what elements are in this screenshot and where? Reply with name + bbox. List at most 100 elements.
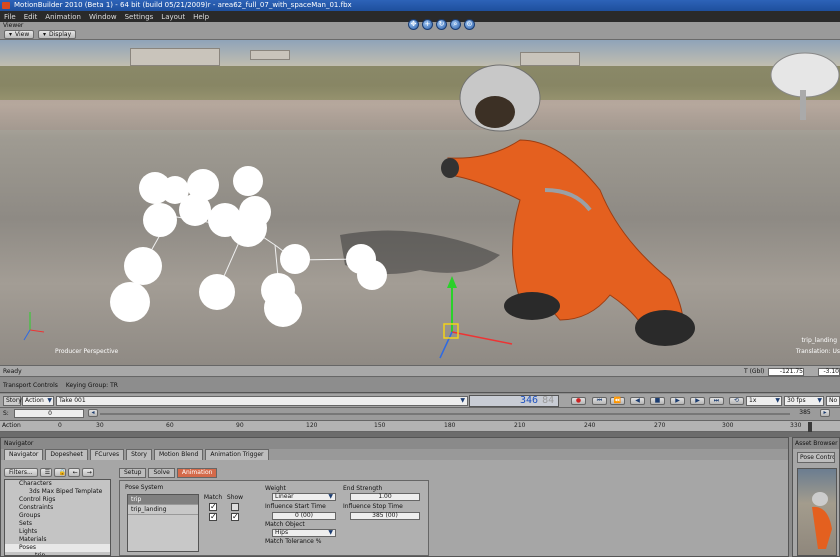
menu-help[interactable]: Help bbox=[193, 13, 209, 21]
tab-motion-blend[interactable]: Motion Blend bbox=[153, 449, 204, 460]
character-label: trip_landing bbox=[801, 337, 837, 344]
fps-dropdown[interactable]: 30 fps ▼ bbox=[784, 396, 824, 406]
status-bar: Ready T (Gbl) -121.75 -3.10 bbox=[0, 365, 840, 377]
tree-item-biped[interactable]: 3ds Max Biped Template bbox=[5, 488, 110, 496]
start-marker[interactable]: ◂ bbox=[88, 409, 98, 417]
match-header: Match bbox=[203, 494, 223, 501]
influence-stop-field[interactable]: 385 (00) bbox=[350, 512, 420, 520]
start-frame-field[interactable]: 0 bbox=[14, 409, 84, 418]
subtab-animation[interactable]: Animation bbox=[176, 468, 218, 478]
weight-dropdown[interactable]: Linear ▼ bbox=[272, 493, 336, 501]
menu-file[interactable]: File bbox=[4, 13, 16, 21]
influence-start-field[interactable]: 0 (00) bbox=[272, 512, 336, 520]
next-frame-button[interactable]: ▶ bbox=[690, 397, 705, 405]
ruler-tick: 0 bbox=[58, 422, 62, 429]
go-start-button[interactable]: ⏮ bbox=[592, 397, 607, 405]
chevron-down-icon: ▼ bbox=[817, 397, 822, 404]
list-item[interactable]: trip bbox=[128, 495, 198, 505]
tree-item-control-rigs[interactable]: Control Rigs bbox=[5, 496, 110, 504]
end-frame-field[interactable]: 385 bbox=[790, 409, 818, 418]
menu-window[interactable]: Window bbox=[89, 13, 117, 21]
tree-item-poses[interactable]: Poses bbox=[5, 544, 110, 552]
end-marker[interactable]: ▸ bbox=[820, 409, 830, 417]
playhead[interactable] bbox=[808, 422, 812, 432]
forward-arrow-icon[interactable]: → bbox=[81, 468, 94, 477]
loop-button[interactable]: ⟲ bbox=[729, 397, 744, 405]
influence-stop-label: Influence Stop Time bbox=[343, 503, 403, 510]
menu-settings[interactable]: Settings bbox=[125, 13, 154, 21]
time-slider-track[interactable] bbox=[100, 413, 790, 415]
tree-item-materials[interactable]: Materials bbox=[5, 536, 110, 544]
play-button[interactable]: ▶ bbox=[670, 397, 685, 405]
app-icon bbox=[2, 2, 10, 9]
menu-edit[interactable]: Edit bbox=[24, 13, 38, 21]
show-checkbox[interactable] bbox=[231, 503, 239, 511]
end-strength-field[interactable]: 1.00 bbox=[350, 493, 420, 501]
tab-dopesheet[interactable]: Dopesheet bbox=[45, 449, 88, 460]
speed-dropdown[interactable]: 1x ▼ bbox=[746, 396, 782, 406]
timeline-ruler[interactable]: Action 0 30 60 90 120 150 180 210 240 27… bbox=[0, 420, 840, 432]
menu-animation[interactable]: Animation bbox=[45, 13, 81, 21]
ruler-tick: 150 bbox=[374, 422, 386, 429]
tab-fcurves[interactable]: FCurves bbox=[89, 449, 125, 460]
ruler-tick: 210 bbox=[514, 422, 526, 429]
tab-animation-trigger[interactable]: Animation Trigger bbox=[205, 449, 269, 460]
record-button[interactable]: ● bbox=[571, 397, 586, 405]
lock-icon[interactable]: 🔒 bbox=[53, 468, 66, 477]
display-button[interactable]: ▾ Display bbox=[38, 30, 77, 39]
chevron-down-icon: ▼ bbox=[460, 397, 465, 404]
frame-icon[interactable]: ⊙ bbox=[464, 19, 475, 30]
match-object-dropdown[interactable]: Hips ▼ bbox=[272, 529, 336, 537]
view-button[interactable]: ▾ View bbox=[4, 30, 35, 39]
orbit-icon[interactable]: ↻ bbox=[436, 19, 447, 30]
tab-pose-controls[interactable]: Pose Controls bbox=[797, 452, 835, 463]
prev-frame-button[interactable]: ◀ bbox=[630, 397, 645, 405]
match-object-label: Match Object bbox=[265, 521, 305, 528]
move-icon[interactable]: + bbox=[422, 19, 433, 30]
subtab-setup[interactable]: Setup bbox=[119, 468, 147, 478]
transform-y-field[interactable]: -3.10 bbox=[818, 368, 840, 376]
list-icon[interactable]: ☰ bbox=[39, 468, 52, 477]
menu-layout[interactable]: Layout bbox=[161, 13, 185, 21]
tree-item-constraints[interactable]: Constraints bbox=[5, 504, 110, 512]
tab-story[interactable]: Story bbox=[126, 449, 152, 460]
tree-item-groups[interactable]: Groups bbox=[5, 512, 110, 520]
start-label: S: bbox=[3, 410, 9, 417]
transform-gizmo[interactable] bbox=[439, 276, 513, 359]
tab-navigator[interactable]: Navigator bbox=[4, 449, 44, 460]
back-arrow-icon[interactable]: ← bbox=[67, 468, 80, 477]
3d-viewport[interactable]: Producer Perspective trip_landing Transl… bbox=[0, 40, 840, 365]
pose-subtabs: Setup Solve Animation bbox=[119, 468, 218, 478]
show-checkbox[interactable]: ✓ bbox=[231, 513, 239, 521]
keying-group-label: Keying Group: TR bbox=[65, 382, 118, 389]
transport-label: Transport Controls bbox=[3, 382, 58, 389]
viewer-label: Viewer bbox=[3, 22, 24, 29]
weight-label: Weight bbox=[265, 485, 286, 492]
asset-browser-panel: Asset Browser Pose Controls bbox=[792, 437, 840, 557]
match-checkbox[interactable]: ✓ bbox=[209, 503, 217, 511]
subtab-solve[interactable]: Solve bbox=[148, 468, 175, 478]
snap-dropdown[interactable]: No S bbox=[826, 396, 840, 406]
tree-item-sets[interactable]: Sets bbox=[5, 520, 110, 528]
pose-list[interactable]: trip trip_landing bbox=[127, 494, 199, 552]
take-dropdown[interactable]: Take 001 ▼ bbox=[56, 396, 468, 406]
tree-item-lights[interactable]: Lights bbox=[5, 528, 110, 536]
chevron-down-icon: ▼ bbox=[775, 397, 780, 404]
zoom-icon[interactable]: ⌕ bbox=[450, 19, 461, 30]
scene-tree[interactable]: Characters 3ds Max Biped Template Contro… bbox=[4, 479, 111, 556]
match-checkbox[interactable]: ✓ bbox=[209, 513, 217, 521]
tree-item-trip[interactable]: trip bbox=[5, 552, 110, 555]
prev-key-button[interactable]: ⏪ bbox=[610, 397, 625, 405]
asset-thumbnail[interactable] bbox=[797, 468, 837, 556]
stop-button[interactable]: ■ bbox=[650, 397, 665, 405]
go-end-button[interactable]: ⏭ bbox=[709, 397, 724, 405]
story-button[interactable]: Story bbox=[3, 396, 22, 406]
action-dropdown[interactable]: Action ▼ bbox=[22, 396, 54, 406]
list-item[interactable]: trip_landing bbox=[128, 505, 198, 515]
filters-button[interactable]: Filters... bbox=[4, 468, 38, 477]
match-column: Match ✓ ✓ bbox=[202, 494, 224, 523]
tree-item-characters[interactable]: Characters bbox=[5, 480, 110, 488]
pan-icon[interactable]: ✥ bbox=[408, 19, 419, 30]
transform-x-field[interactable]: -121.75 bbox=[768, 368, 804, 376]
navigator-tabs: Navigator Dopesheet FCurves Story Motion… bbox=[1, 449, 788, 460]
